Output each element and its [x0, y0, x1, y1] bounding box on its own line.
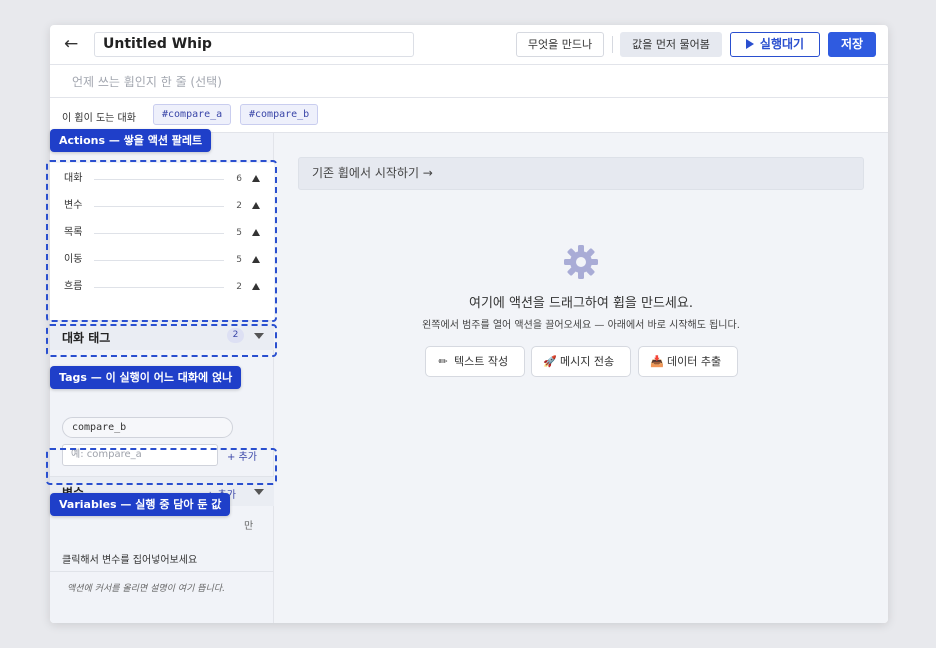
gear-icon: [564, 245, 598, 279]
description-row: 언제 쓰는 휩인지 한 줄 (선택): [50, 65, 888, 98]
conversation-chip[interactable]: #compare_a: [153, 104, 232, 125]
empty-state-subtitle: 왼쪽에서 범주를 열어 액션을 끌어오세요 — 아래에서 바로 시작해도 됩니다…: [422, 320, 740, 331]
tags-annotation: Tags — 이 실행이 어느 대화에 얹나: [50, 366, 242, 389]
toolbar-divider: [612, 36, 613, 53]
quick-start-label: 메시지 전송: [560, 355, 615, 368]
ask-first-button[interactable]: 값을 먼저 물어봄: [620, 32, 722, 57]
canvas-area[interactable]: 기존 휩에서 시작하기 → 여기에 액션을 드래그하여 휩을 만드세요. 왼쪽에…: [274, 133, 888, 623]
tags-highlight-box: [46, 324, 277, 357]
top-bar: ← Untitled Whip 무엇을 만드나 값을 먼저 물어봄 실행대기 저…: [50, 25, 888, 65]
conversation-label: 이 휩이 도는 대화: [62, 113, 136, 124]
variables-hint: 클릭해서 변수를 집어넣어보세요: [62, 555, 198, 566]
variables-highlight-box: [46, 448, 277, 485]
tag-chip[interactable]: compare_b: [62, 417, 233, 438]
quick-start-write-text-button[interactable]: ✏ 텍스트 작성: [425, 346, 525, 377]
run-queue-button[interactable]: 실행대기: [730, 32, 820, 57]
play-icon: [745, 39, 754, 49]
sidebar-help-footer: 액션에 커서를 올리면 설명이 여기 뜹니다.: [50, 571, 274, 623]
empty-state-title: 여기에 액션을 드래그하여 휩을 만드세요.: [469, 296, 693, 311]
run-queue-label: 실행대기: [759, 37, 805, 51]
save-button[interactable]: 저장: [828, 32, 876, 57]
description-input[interactable]: 언제 쓰는 휩인지 한 줄 (선택): [72, 73, 222, 90]
actions-highlight-box: [46, 160, 277, 322]
actions-annotation: Actions — 쌓을 액션 팔레트: [50, 129, 212, 152]
start-from-existing-button[interactable]: 기존 휩에서 시작하기 →: [298, 157, 864, 190]
quick-start-label: 텍스트 작성: [454, 355, 509, 368]
sidebar-help-text: 액션에 커서를 올리면 설명이 여기 뜹니다.: [67, 584, 225, 594]
back-arrow-icon[interactable]: ←: [64, 34, 84, 54]
what-to-make-button[interactable]: 무엇을 만드나: [516, 32, 604, 57]
variables-annotation: Variables — 실행 중 담아 둔 값: [50, 493, 231, 516]
pencil-icon: ✏: [438, 355, 448, 368]
conversation-chip[interactable]: #compare_b: [240, 104, 319, 125]
conversation-row: 이 휩이 도는 대화 #compare_a #compare_b: [50, 98, 888, 133]
rocket-icon: 🚀: [543, 355, 557, 368]
quick-start-label: 데이터 추출: [667, 355, 722, 368]
title-input[interactable]: Untitled Whip: [94, 32, 414, 57]
quick-start-extract-data-button[interactable]: 📥 데이터 추출: [638, 346, 738, 377]
quick-start-send-message-button[interactable]: 🚀 메시지 전송: [531, 346, 631, 377]
inbox-icon: 📥: [650, 355, 664, 368]
variables-hint-fragment: 만: [244, 521, 254, 532]
chevron-down-icon[interactable]: [254, 489, 264, 495]
